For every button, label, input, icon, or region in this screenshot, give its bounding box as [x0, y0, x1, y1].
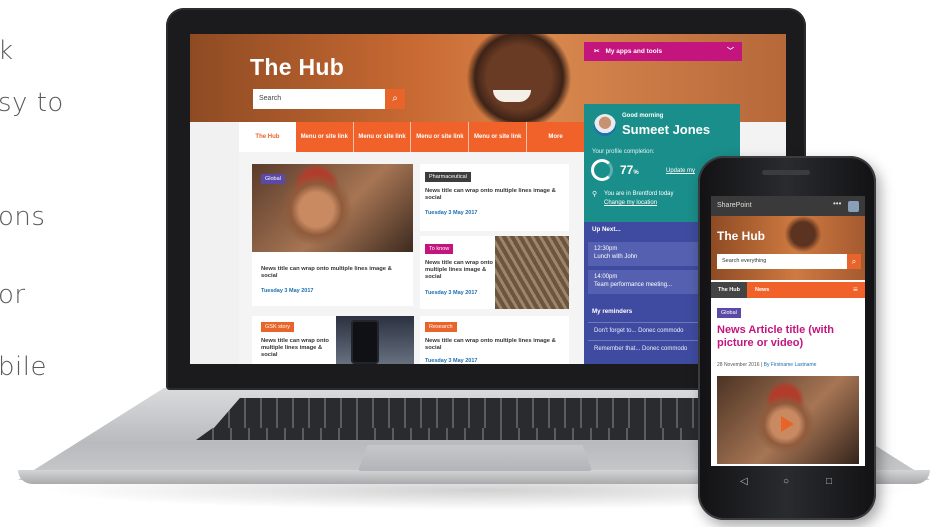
- nav-item-the-hub[interactable]: The Hub: [239, 122, 296, 152]
- phone-hub-title: The Hub: [717, 229, 765, 243]
- card-date: Tuesday 3 May 2017: [425, 290, 478, 296]
- card-tag: Pharmaceutical: [425, 172, 471, 182]
- article-title[interactable]: News Article title (with picture or vide…: [717, 324, 863, 350]
- card-date: Tuesday 3 May 2017: [425, 210, 478, 216]
- location-text: You are in Brentford today: [604, 191, 674, 197]
- hamburger-icon[interactable]: ≡: [853, 282, 858, 298]
- laptop-keyboard: [214, 398, 734, 428]
- card-date: Tuesday 3 May 2017: [425, 358, 478, 364]
- hub-nav: The Hub Menu or site link Menu or site l…: [239, 122, 584, 152]
- search-icon[interactable]: ⌕: [847, 254, 861, 269]
- article-date: 28 November 2016: [717, 362, 760, 368]
- update-profile-link[interactable]: Update my: [666, 168, 695, 174]
- left-text-line: ons: [0, 202, 46, 232]
- profile-pct-number: 77: [620, 163, 634, 177]
- change-location-link[interactable]: Change my location: [604, 200, 657, 206]
- card-tag: GSK story: [261, 322, 295, 332]
- card-title[interactable]: News title can wrap onto multiple lines …: [425, 260, 493, 281]
- article-meta: 28 November 2016 | By Firstname Lastname: [717, 362, 817, 368]
- recents-icon[interactable]: □: [826, 476, 832, 487]
- profile-completion-value: 77%: [620, 163, 639, 177]
- nav-item-link-3[interactable]: Menu or site link: [410, 122, 468, 152]
- tools-icon: ✂: [594, 48, 600, 55]
- location-pin-icon: ⚲: [592, 191, 598, 198]
- hub-title: The Hub: [250, 54, 345, 80]
- card-title[interactable]: News title can wrap onto multiple lines …: [425, 338, 563, 352]
- phone-hero-portrait: [783, 216, 823, 256]
- avatar[interactable]: [594, 114, 616, 136]
- card-title[interactable]: News title can wrap onto multiple lines …: [425, 188, 563, 202]
- app-name: SharePoint: [717, 202, 752, 209]
- hero-portrait-smile: [493, 90, 531, 102]
- card-title[interactable]: News title can wrap onto multiple lines …: [261, 338, 337, 359]
- article-tag: Global: [717, 308, 741, 318]
- card-tag: Global: [261, 174, 285, 184]
- avatar[interactable]: [848, 201, 859, 212]
- card-date: Tuesday 3 May 2017: [261, 288, 314, 294]
- phone-search-input[interactable]: Search everything: [717, 254, 847, 269]
- marketing-stage: k sy to ons or bile The Hub Search ⌕ ✂ My…: [0, 0, 948, 527]
- profile-pct-unit: %: [633, 170, 639, 176]
- up-next-heading: Up Next...: [592, 226, 621, 233]
- article-author[interactable]: By Firstname Lastname: [764, 362, 817, 368]
- left-margin: [190, 122, 239, 364]
- left-text-line: bile: [0, 352, 47, 382]
- laptop-trackpad: [358, 445, 592, 471]
- greeting: Good morning: [622, 113, 664, 119]
- play-icon[interactable]: [781, 416, 794, 432]
- phone-nav-news[interactable]: News: [755, 282, 769, 298]
- card-tag: To know: [425, 244, 454, 254]
- progress-ring-icon: [591, 159, 613, 181]
- card-tag: Research: [425, 322, 457, 332]
- hub-search-input[interactable]: Search: [253, 89, 385, 109]
- search-icon[interactable]: ⌕: [385, 89, 405, 109]
- phone-nav-hub[interactable]: The Hub: [711, 282, 747, 298]
- left-text-line: k: [0, 36, 14, 66]
- card-title[interactable]: News title can wrap onto multiple lines …: [261, 266, 401, 280]
- nav-item-link-1[interactable]: Menu or site link: [296, 122, 353, 152]
- user-name: Sumeet Jones: [622, 122, 711, 137]
- back-icon[interactable]: ◁: [740, 476, 748, 487]
- left-text-line: or: [0, 280, 26, 310]
- news-card-image: [495, 236, 569, 309]
- more-icon[interactable]: •••: [833, 199, 841, 208]
- left-text-line: sy to: [0, 88, 64, 118]
- laptop-screen: The Hub Search ⌕ ✂ My apps and tools ﹀ Th…: [190, 34, 786, 364]
- news-grid: Global News title can wrap onto multiple…: [239, 152, 584, 364]
- location-info: You are in Brentford today Change my loc…: [604, 190, 674, 208]
- phone-screen: SharePoint ••• The Hub Search everything…: [711, 196, 865, 466]
- phone-photo: [351, 320, 379, 364]
- phone-speaker: [762, 170, 810, 175]
- nav-item-link-4[interactable]: Menu or site link: [468, 122, 526, 152]
- laptop-keyboard-row: [196, 428, 752, 440]
- chevron-down-icon: ﹀: [727, 48, 734, 55]
- nav-item-more[interactable]: More: [526, 122, 584, 152]
- reminders-heading: My reminders: [592, 308, 633, 315]
- apps-and-tools-label: My apps and tools: [605, 48, 663, 55]
- apps-and-tools-button[interactable]: ✂ My apps and tools ﹀: [584, 42, 742, 61]
- nav-item-link-2[interactable]: Menu or site link: [352, 122, 411, 152]
- profile-completion-label: Your profile completion:: [592, 149, 655, 155]
- home-icon[interactable]: ○: [783, 476, 789, 487]
